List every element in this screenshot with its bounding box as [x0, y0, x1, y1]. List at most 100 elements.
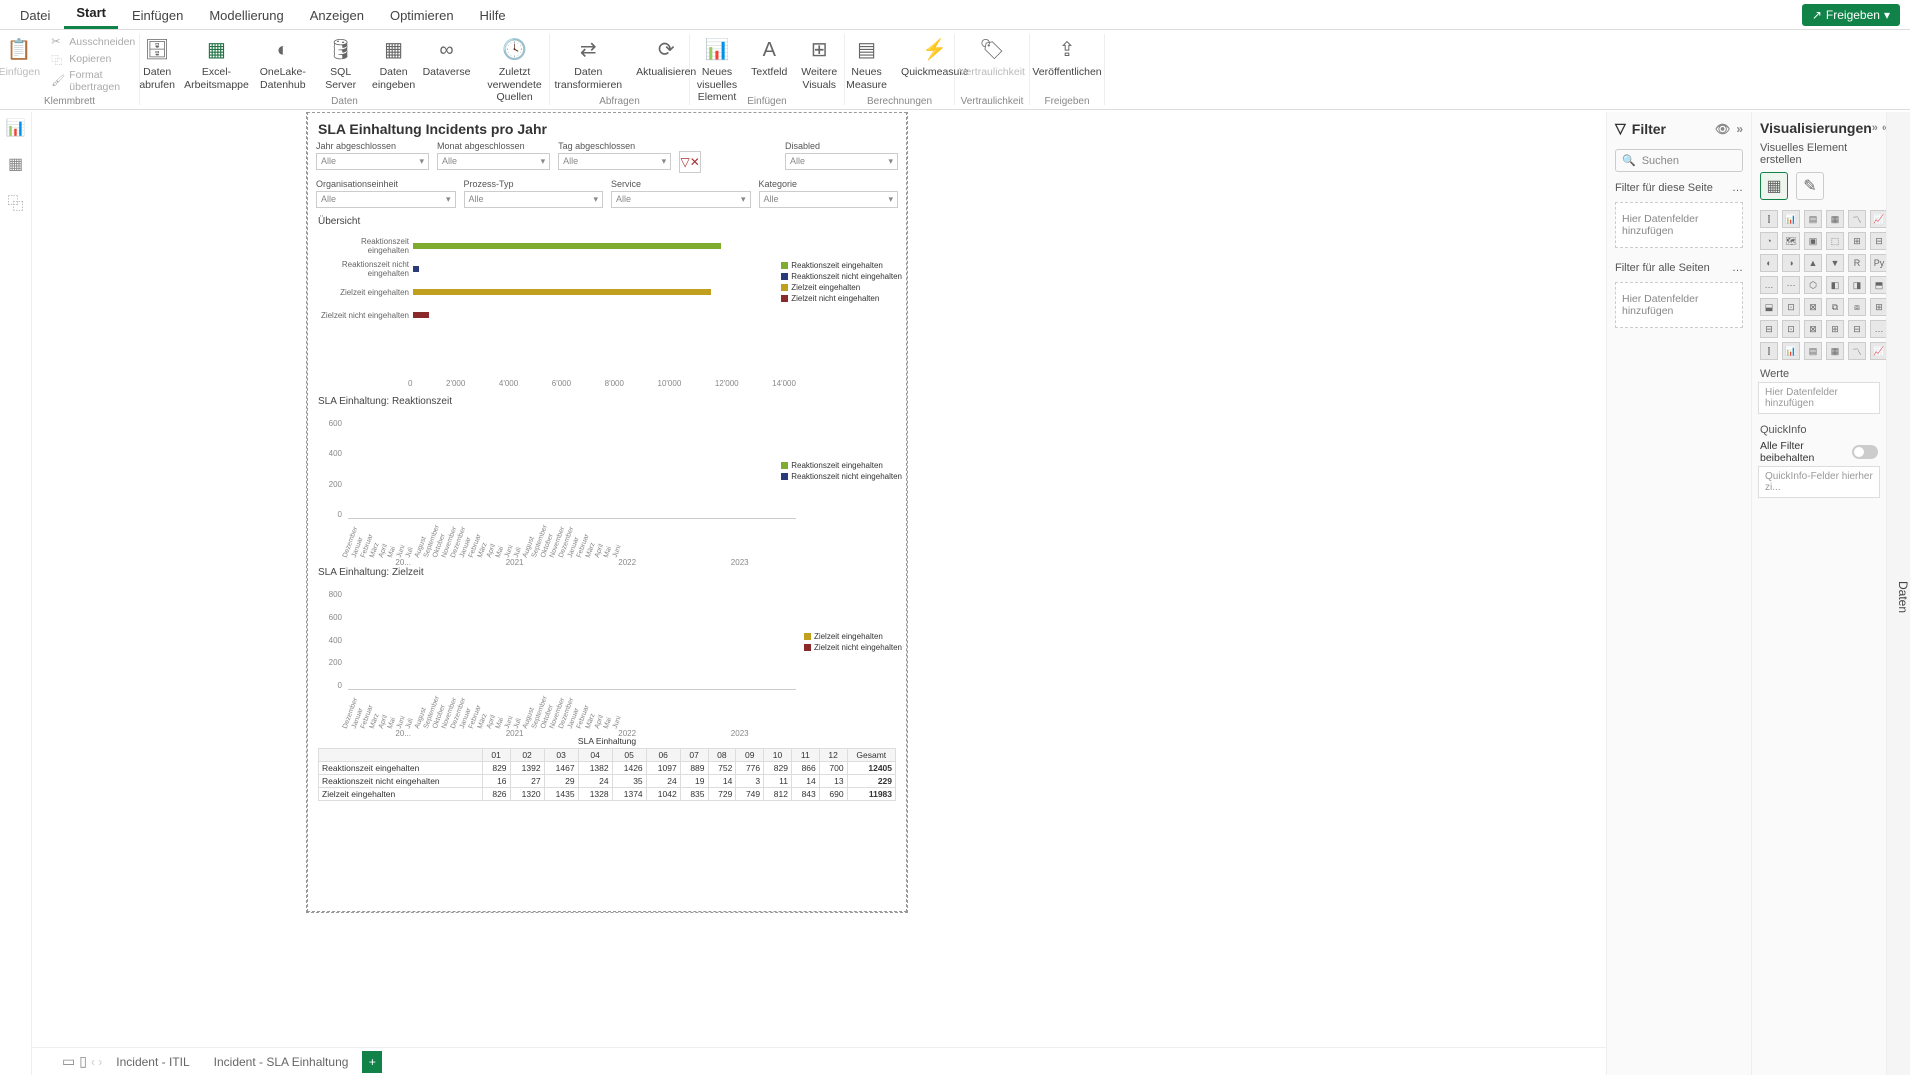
visual-type-icon[interactable]: 📊 [1782, 210, 1800, 228]
visual-type-icon[interactable]: ⊡ [1782, 320, 1800, 338]
expand-icon[interactable]: » [1872, 122, 1878, 134]
visual-type-icon[interactable]: ▤ [1804, 342, 1822, 360]
visual-type-icon[interactable]: ⊟ [1760, 320, 1778, 338]
publish-button[interactable]: ⇪Veröffentlichen [1026, 34, 1107, 81]
onelake-button[interactable]: ◐OneLake-Datenhub [251, 34, 315, 93]
tab-hilfe[interactable]: Hilfe [468, 2, 518, 29]
visual-type-icon[interactable]: ◑ [1782, 254, 1800, 272]
clear-filters-button[interactable]: ▽✕ [679, 151, 701, 173]
sqlserver-button[interactable]: 🛢SQL Server [317, 34, 365, 93]
visual-type-icon[interactable]: ⫿ [1760, 342, 1778, 360]
format-visual-button[interactable]: ✎ [1796, 172, 1824, 200]
zielzeit-chart[interactable]: 8006004002000DezemberJanuarFebruarMärzAp… [308, 580, 906, 730]
visualizations-pane: Visualisierungen »« Visuelles Element er… [1751, 112, 1886, 1075]
chevron-down-icon: ▾ [541, 156, 546, 167]
visual-type-icon[interactable]: … [1760, 276, 1778, 294]
page-tab-1[interactable]: Incident - ITIL [106, 1051, 199, 1073]
collapse-icon[interactable]: » [1736, 122, 1743, 136]
visual-type-icon[interactable]: ⊞ [1826, 320, 1844, 338]
visual-type-icon[interactable]: ⬚ [1826, 232, 1844, 250]
reaktion-chart[interactable]: 6004002000DezemberJanuarFebruarMärzApril… [308, 409, 906, 559]
visual-type-icon[interactable]: ⊟ [1848, 320, 1866, 338]
transform-data-button[interactable]: ⇄Daten transformieren [543, 34, 634, 93]
visual-type-icon[interactable]: ⊠ [1804, 320, 1822, 338]
visual-type-icon[interactable]: 🗺 [1782, 232, 1800, 250]
page-icon-mobile[interactable]: ▯ [79, 1053, 87, 1070]
data-pane-collapsed[interactable]: Daten [1886, 112, 1910, 1075]
more-icon[interactable]: … [1732, 182, 1743, 194]
visual-type-icon[interactable]: ⊡ [1782, 298, 1800, 316]
add-page-button[interactable]: + [362, 1051, 382, 1073]
visual-type-icon[interactable]: ◐ [1760, 254, 1778, 272]
visual-type-icon[interactable]: ◧ [1826, 276, 1844, 294]
visual-type-icon[interactable]: 〽 [1848, 342, 1866, 360]
visual-type-icon[interactable]: ⬡ [1804, 276, 1822, 294]
keep-filters-toggle[interactable] [1852, 445, 1878, 459]
tab-datei[interactable]: Datei [8, 2, 62, 29]
quickinfo-dropzone[interactable]: QuickInfo-Felder hierher zi... [1758, 466, 1880, 498]
tab-optimieren[interactable]: Optimieren [378, 2, 466, 29]
model-view-icon[interactable]: ⿻ [7, 190, 23, 214]
visual-type-icon[interactable]: ⊞ [1848, 232, 1866, 250]
visual-type-icon[interactable]: ▣ [1804, 232, 1822, 250]
clipboard-icon: 📋 [5, 36, 33, 64]
visual-type-icon[interactable]: ⋯ [1782, 276, 1800, 294]
overview-chart[interactable]: Reaktionszeit eingehaltenReaktionszeit n… [308, 229, 906, 379]
slicer[interactable]: Tag abgeschlossenAlle▾ [558, 141, 671, 173]
visual-type-icon[interactable]: ◔ [1760, 232, 1778, 250]
visual-type-icon[interactable]: R [1848, 254, 1866, 272]
slicer[interactable]: Jahr abgeschlossenAlle▾ [316, 141, 429, 173]
group-label-daten: Daten [140, 96, 549, 107]
visual-type-icon[interactable]: ▤ [1804, 210, 1822, 228]
visual-type-icon[interactable]: 📊 [1782, 342, 1800, 360]
values-label: Werte [1758, 362, 1880, 382]
slicer[interactable]: ServiceAlle▾ [611, 179, 751, 208]
sla-matrix[interactable]: SLA Einhaltung 010203040506070809101112G… [308, 730, 906, 805]
new-visual-button[interactable]: 📊Neues visuelles Element [691, 34, 743, 106]
filter-search[interactable]: 🔍Suchen [1615, 149, 1743, 172]
refresh-button[interactable]: ⟳Aktualisieren [636, 34, 696, 81]
report-canvas[interactable]: SLA Einhaltung Incidents pro Jahr Jahr a… [32, 112, 1606, 1075]
reaktion-title: SLA Einhaltung: Reaktionszeit [308, 388, 906, 409]
visual-type-icon[interactable]: ⊠ [1804, 298, 1822, 316]
visual-type-icon[interactable]: ⧉ [1826, 298, 1844, 316]
visual-type-icon[interactable]: 〽 [1848, 210, 1866, 228]
textbox-button[interactable]: ATextfeld [745, 34, 793, 81]
report-page[interactable]: SLA Einhaltung Incidents pro Jahr Jahr a… [307, 112, 907, 912]
new-measure-button[interactable]: ▤Neues Measure [832, 34, 901, 93]
slicer[interactable]: Prozess-TypAlle▾ [464, 179, 604, 208]
dataverse-button[interactable]: ∞Dataverse [423, 34, 471, 81]
slicer[interactable]: KategorieAlle▾ [759, 179, 899, 208]
share-button[interactable]: ↗ Freigeben ▾ [1802, 4, 1900, 26]
group-label-berechnungen: Berechnungen [845, 96, 954, 107]
tab-einfuegen[interactable]: Einfügen [120, 2, 195, 29]
report-view-icon[interactable]: 📊 [6, 118, 26, 138]
get-data-button[interactable]: 🗄Daten abrufen [132, 34, 182, 93]
chevron-down-icon: ▾ [446, 194, 451, 205]
visual-type-icon[interactable]: ◨ [1848, 276, 1866, 294]
excel-button[interactable]: ▦Excel-Arbeitsmappe [184, 34, 249, 93]
visual-type-icon[interactable]: ▦ [1826, 210, 1844, 228]
tab-modellierung[interactable]: Modellierung [197, 2, 295, 29]
build-visual-button[interactable]: ▦ [1760, 172, 1788, 200]
more-icon[interactable]: … [1732, 262, 1743, 274]
values-dropzone[interactable]: Hier Datenfelder hinzufügen [1758, 382, 1880, 414]
slicer[interactable]: DisabledAlle▾ [785, 141, 898, 173]
enter-data-button[interactable]: ▦Daten eingeben [367, 34, 421, 93]
page-icon[interactable]: ▭ [62, 1053, 75, 1070]
eye-icon[interactable]: 👁 [1715, 122, 1730, 136]
slicer[interactable]: OrganisationseinheitAlle▾ [316, 179, 456, 208]
page-tab-2[interactable]: Incident - SLA Einhaltung [204, 1051, 359, 1073]
visual-type-icon[interactable]: ⫿ [1760, 210, 1778, 228]
tab-start[interactable]: Start [64, 0, 118, 29]
visual-type-icon[interactable]: ▼ [1826, 254, 1844, 272]
visual-type-icon[interactable]: ▦ [1826, 342, 1844, 360]
filter-drop-all-pages[interactable]: Hier Datenfelder hinzufügen [1615, 282, 1743, 328]
visual-type-icon[interactable]: ⬓ [1760, 298, 1778, 316]
slicer[interactable]: Monat abgeschlossenAlle▾ [437, 141, 550, 173]
visual-type-icon[interactable]: ▲ [1804, 254, 1822, 272]
tab-anzeigen[interactable]: Anzeigen [298, 2, 376, 29]
visual-type-icon[interactable]: ⧈ [1848, 298, 1866, 316]
data-view-icon[interactable]: ▦ [8, 154, 23, 174]
filter-drop-this-page[interactable]: Hier Datenfelder hinzufügen [1615, 202, 1743, 248]
